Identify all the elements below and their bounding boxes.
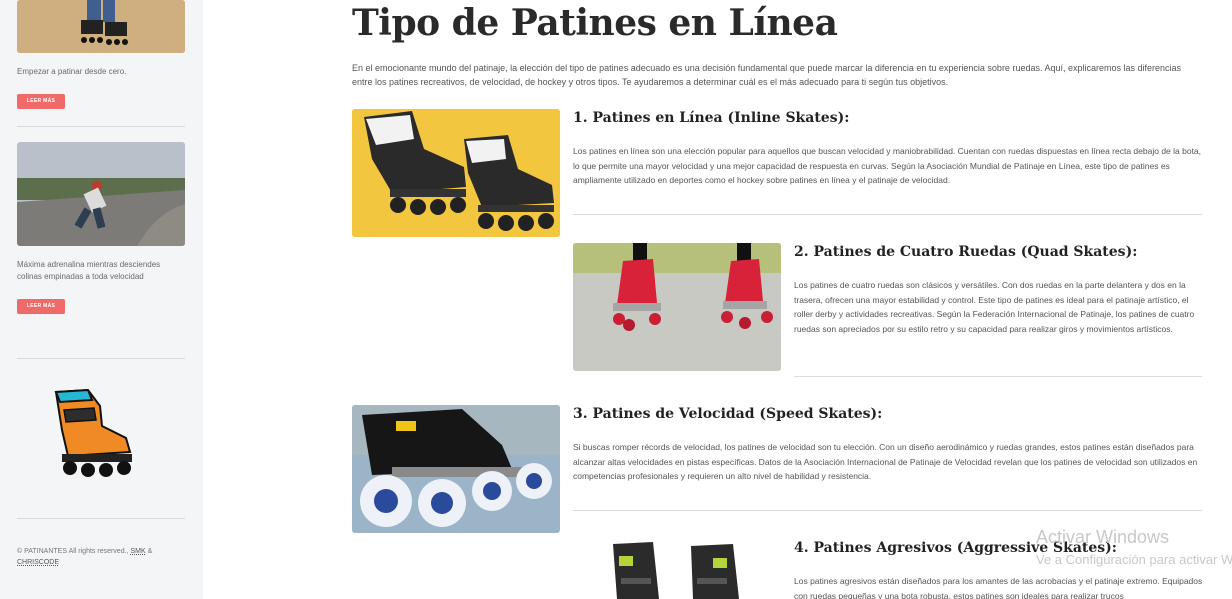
footer-link-chriscode[interactable]: CHRISCODE (17, 559, 59, 566)
divider (17, 126, 185, 127)
divider (573, 214, 1202, 215)
downhill-photo[interactable] (17, 142, 185, 246)
section-body: Los patines agresivos están diseñados pa… (794, 576, 1203, 599)
copyright: © PATINANTES All rights reserved., SMK &… (17, 546, 187, 568)
intro-paragraph: En el emocionante mundo del patinaje, la… (352, 63, 1182, 87)
section-heading: 3. Patines de Velocidad (Speed Skates): (573, 406, 883, 422)
page-title: Tipo de Patines en Línea (352, 2, 838, 44)
divider (794, 376, 1202, 377)
read-more-button[interactable]: LEER MÁS (17, 94, 65, 109)
copyright-text: © PATINANTES All rights reserved., (17, 548, 129, 555)
sidebar: Empezar a patinar desde cero. LEER MÁS M… (0, 0, 203, 599)
section-body: Los patines de cuatro ruedas son clásico… (794, 280, 1195, 334)
sidebar-card-text: Máxima adrenalina mientras desciendes co… (17, 260, 161, 281)
read-more-button[interactable]: LEER MÁS (17, 299, 65, 314)
section-heading: 2. Patines de Cuatro Ruedas (Quad Skates… (794, 244, 1138, 260)
divider (573, 510, 1202, 511)
section-body: Si buscas romper récords de velocidad, l… (573, 442, 1198, 481)
footer-amp: & (147, 548, 153, 555)
speed-skates-image (352, 405, 560, 533)
divider (17, 358, 185, 359)
quad-skates-image (573, 243, 781, 371)
inline-skates-image (352, 109, 560, 237)
activate-windows-subtitle: Ve a Configuración para activar Windows. (1036, 552, 1232, 567)
sidebar-card-text: Empezar a patinar desde cero. (17, 67, 127, 76)
sidebar-card[interactable] (17, 142, 185, 246)
skater-photo[interactable] (17, 0, 185, 53)
divider (17, 518, 185, 519)
activate-windows-title: Activar Windows (1036, 527, 1170, 547)
section-body: Los patines en línea son una elección po… (573, 146, 1202, 185)
inline-skate-illustration (48, 386, 138, 486)
aggressive-skates-image (573, 538, 781, 599)
footer-link-smk[interactable]: SMK (130, 548, 145, 555)
sidebar-card[interactable] (17, 0, 185, 53)
section-heading: 1. Patines en Línea (Inline Skates): (573, 110, 850, 126)
